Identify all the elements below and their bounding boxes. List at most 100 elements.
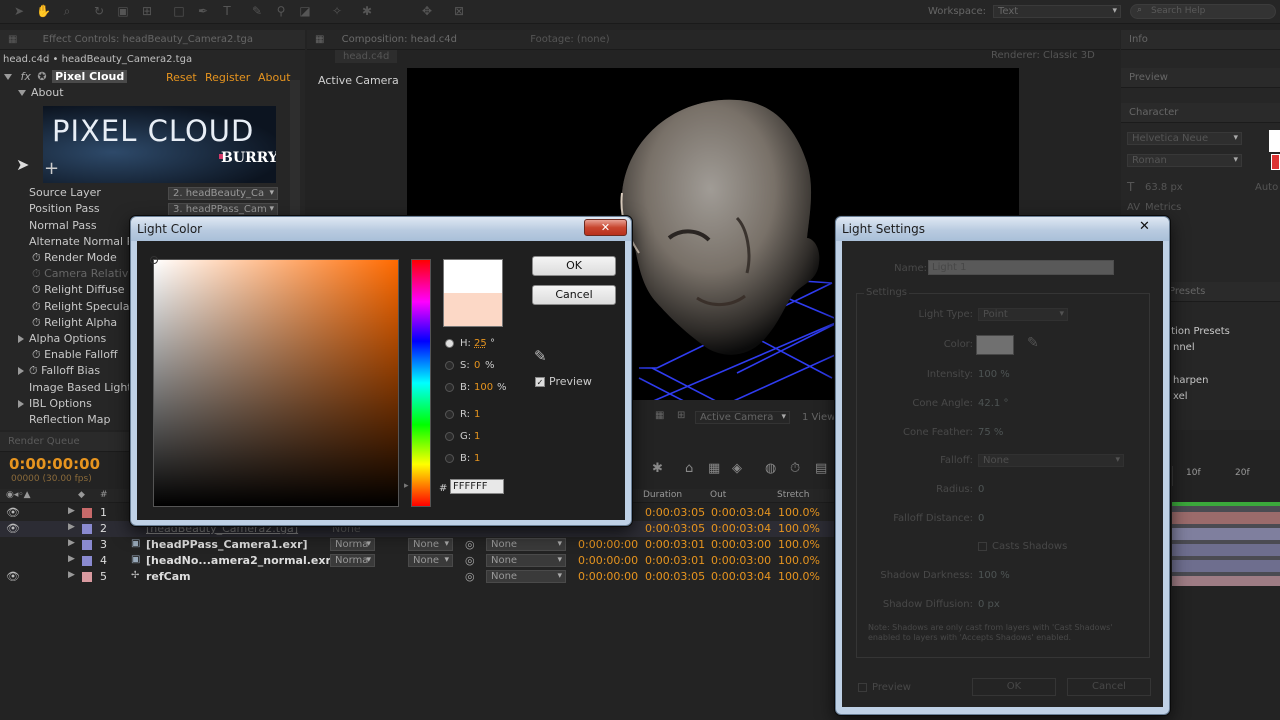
light-settings-titlebar[interactable]: Light Settings	[836, 217, 1169, 241]
eyedropper-icon[interactable]: ✎	[534, 347, 547, 365]
rotate-tool-icon[interactable]: ↻	[92, 4, 106, 18]
composition-tab[interactable]: Composition: head.c4d	[342, 34, 457, 45]
stopwatch-icon[interactable]: ⏱	[29, 364, 38, 377]
effect-controls-tab[interactable]: ▦ Effect Controls: headBeauty_Camera2.tg…	[0, 30, 305, 50]
effect-settings-icon[interactable]: ✪	[37, 70, 46, 83]
world-axis-icon[interactable]: ⊠	[452, 4, 466, 18]
time-ruler[interactable]: 10f 20f	[1172, 466, 1280, 486]
blue-value[interactable]: 1	[474, 453, 480, 464]
grid-toggle-icon[interactable]: ▦	[655, 410, 664, 421]
search-help-field[interactable]: ⌕ Search Help	[1130, 4, 1276, 19]
stopwatch-icon[interactable]: ⏱	[32, 251, 41, 264]
pen-tool-icon[interactable]: ✒	[196, 4, 210, 18]
layer-stretch[interactable]: 100.0%	[778, 522, 820, 535]
layer-stretch[interactable]: 100.0%	[778, 554, 820, 567]
close-button[interactable]: ✕	[584, 219, 627, 236]
label-color-swatch[interactable]	[82, 508, 92, 518]
green-radio[interactable]	[445, 432, 454, 441]
region-toggle-icon[interactable]: ⊞	[677, 410, 685, 421]
cone-angle-value[interactable]: 42.1 °	[978, 398, 1008, 409]
eraser-tool-icon[interactable]: ◪	[298, 4, 312, 18]
stopwatch-icon[interactable]: ⏱	[32, 316, 41, 329]
roto-tool-icon[interactable]: ✧	[330, 4, 344, 18]
hex-input[interactable]: FFFFFF	[450, 479, 504, 494]
layer-mode-dropdown[interactable]: Norma	[330, 538, 375, 551]
original-color-swatch[interactable]	[444, 293, 502, 326]
label-color-swatch[interactable]	[82, 524, 92, 534]
saturation-radio[interactable]	[445, 361, 454, 370]
position-pass-dropdown[interactable]: 3. headPPass_Cam	[168, 203, 278, 216]
parent-dropdown[interactable]: None	[486, 570, 566, 583]
view-camera-dropdown[interactable]: Active Camera	[695, 411, 790, 424]
timeline-layer-row[interactable]: 👁 ▶ 5 ✢ refCam ◎ None 0:00:00:00 0:00:03…	[0, 569, 835, 585]
hand-tool-icon[interactable]: ✋	[36, 4, 51, 18]
track-matte-dropdown[interactable]: None	[408, 538, 453, 551]
layer-duration[interactable]: 0:00:03:01	[645, 554, 705, 567]
frame-blending-icon[interactable]: ▦	[708, 461, 720, 476]
lock-icon[interactable]: ▦	[315, 34, 324, 45]
preview-checkbox[interactable]: ✓	[535, 377, 545, 387]
layer-name[interactable]: [headPPass_Camera1.exr]	[146, 538, 308, 551]
fill-color-swatch[interactable]	[1269, 130, 1280, 152]
mask-tool-icon[interactable]: □	[172, 4, 186, 18]
hue-slider-handle-icon[interactable]: ▸	[404, 481, 409, 491]
kerning-value[interactable]: Metrics	[1145, 202, 1181, 213]
shy-layers-icon[interactable]: ▤	[815, 461, 827, 476]
timeline-layer-row[interactable]: ▶ 3 ▣ [headPPass_Camera1.exr] Norma None…	[0, 537, 835, 553]
type-tool-icon[interactable]: T	[220, 4, 234, 18]
layer-bar[interactable]	[1172, 576, 1280, 586]
label-color-swatch[interactable]	[82, 540, 92, 550]
motion-blur-icon[interactable]: ◈	[732, 461, 742, 476]
shadow-darkness-value[interactable]: 100 %	[978, 570, 1010, 581]
label-color-swatch[interactable]	[82, 572, 92, 582]
saturation-brightness-field[interactable]	[150, 256, 399, 507]
workspace-dropdown[interactable]: Text	[993, 5, 1121, 18]
parent-dropdown[interactable]: None	[486, 538, 566, 551]
layer-stretch[interactable]: 100.0%	[778, 570, 820, 583]
cancel-button[interactable]: Cancel	[532, 285, 616, 305]
panel-menu-icon[interactable]: ▦	[8, 34, 17, 45]
preview-tab[interactable]: Preview	[1121, 68, 1280, 88]
source-layer-dropdown[interactable]: 2. headBeauty_Ca	[168, 187, 278, 200]
layer-duration[interactable]: 0:00:03:01	[645, 538, 705, 551]
red-radio[interactable]	[445, 410, 454, 419]
layer-out[interactable]: 0:00:03:00	[711, 554, 771, 567]
render-queue-tab[interactable]: Render Queue	[0, 432, 130, 452]
radius-value[interactable]: 0	[978, 484, 984, 495]
preset-item[interactable]: harpen	[1173, 375, 1208, 386]
light-name-input[interactable]: Light 1	[928, 260, 1114, 275]
pick-whip-icon[interactable]: ◎	[465, 554, 475, 567]
puppet-tool-icon[interactable]: ✱	[360, 4, 374, 18]
hue-slider[interactable]: ▸	[404, 259, 431, 507]
preset-item[interactable]: xel	[1173, 391, 1188, 402]
expand-triangle-icon[interactable]	[18, 367, 24, 375]
layer-in[interactable]: 0:00:00:00	[578, 538, 638, 551]
layer-out[interactable]: 0:00:03:04	[711, 506, 771, 519]
expand-triangle-icon[interactable]	[18, 400, 24, 408]
layer-name[interactable]: [headNo...amera2_normal.exr]	[146, 554, 336, 567]
layer-mode-dropdown[interactable]: Norma	[330, 554, 375, 567]
layer-stretch[interactable]: 100.0%	[778, 538, 820, 551]
brightness-radio[interactable]	[445, 383, 454, 392]
falloff-distance-value[interactable]: 0	[978, 513, 984, 524]
label-color-swatch[interactable]	[82, 556, 92, 566]
character-tab[interactable]: Character	[1121, 103, 1280, 123]
camera-tool-icon[interactable]: ▣	[116, 4, 130, 18]
draft-3d-icon[interactable]: ⌂	[685, 461, 693, 476]
layer-name[interactable]: refCam	[146, 570, 191, 583]
light-type-dropdown[interactable]: Point	[978, 308, 1068, 321]
eyedropper-icon[interactable]: ✎	[1027, 335, 1039, 351]
timeline-layer-row[interactable]: ▶ 4 ▣ [headNo...amera2_normal.exr] Norma…	[0, 553, 835, 569]
intensity-value[interactable]: 100 %	[978, 369, 1010, 380]
ok-button[interactable]: OK	[972, 678, 1056, 696]
layer-stretch[interactable]: 100.0%	[778, 506, 820, 519]
layer-in[interactable]: 0:00:00:00	[578, 570, 638, 583]
effects-presets-tab[interactable]: Presets	[1161, 282, 1280, 302]
reset-link[interactable]: Reset	[166, 71, 197, 84]
pick-whip-icon[interactable]: ◎	[465, 538, 475, 551]
expand-triangle-icon[interactable]	[18, 335, 24, 343]
selection-tool-icon[interactable]: ➤	[12, 4, 26, 18]
light-color-swatch[interactable]	[976, 335, 1014, 355]
pick-whip-icon[interactable]: ◎	[465, 570, 475, 583]
stroke-color-swatch[interactable]	[1271, 154, 1280, 170]
